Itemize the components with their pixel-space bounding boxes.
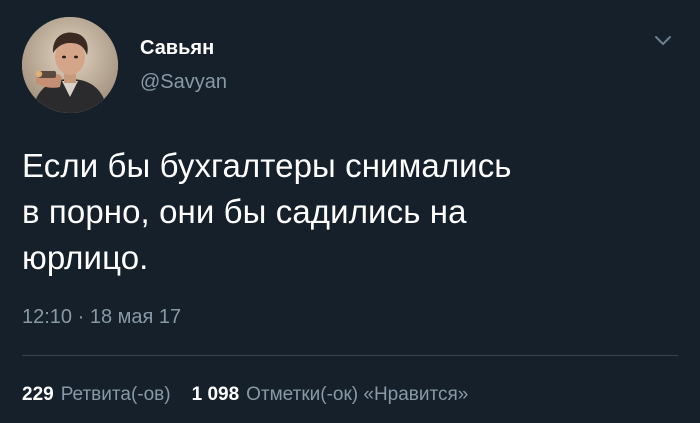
likes-stat[interactable]: 1 098 Отметки(-ок) «Нравится»: [192, 384, 469, 406]
retweets-count: 229: [22, 384, 54, 405]
tweet-stats: 229 Ретвита(-ов) 1 098 Отметки(-ок) «Нра…: [22, 384, 468, 406]
retweets-stat[interactable]: 229 Ретвита(-ов): [22, 384, 171, 406]
avatar[interactable]: [22, 17, 118, 113]
tweet-text: Если бы бухгалтеры снимались в порно, он…: [22, 143, 662, 281]
retweets-label: Ретвита(-ов): [60, 384, 171, 405]
likes-count: 1 098: [191, 384, 240, 405]
tweet-text-line: юрлицо.: [22, 239, 149, 276]
user-handle[interactable]: @Savyan: [140, 71, 227, 94]
profile-photo-icon: [22, 17, 118, 113]
tweet-timestamp[interactable]: 12:10 · 18 мая 17: [22, 306, 181, 329]
more-options-button[interactable]: [650, 30, 676, 50]
likes-label: Отметки(-ок) «Нравится»: [246, 384, 469, 405]
display-name[interactable]: Савьян: [140, 37, 214, 60]
tweet-text-line: Если бы бухгалтеры снимались: [22, 147, 512, 184]
chevron-down-icon: [655, 35, 671, 45]
tweet-card: Савьян @Savyan Если бы бухгалтеры снимал…: [0, 0, 700, 423]
divider: [22, 355, 678, 356]
tweet-text-line: в порно, они бы садились на: [22, 193, 467, 230]
